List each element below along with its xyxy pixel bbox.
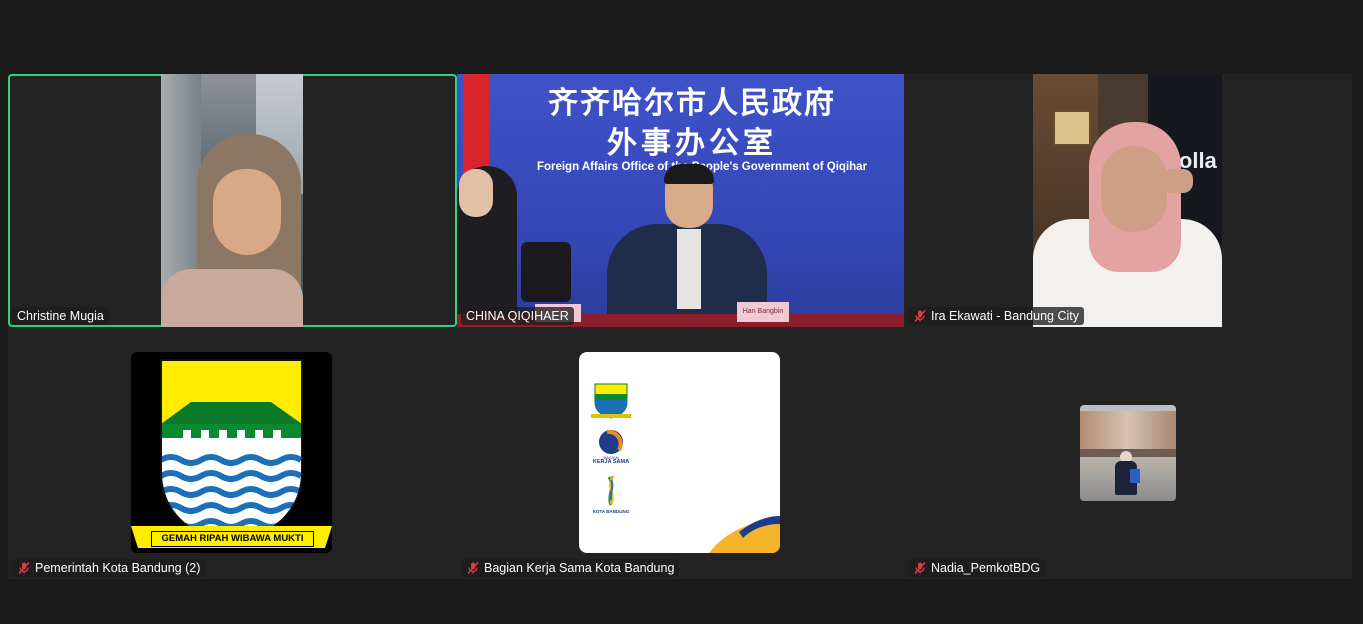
- banner-chinese-line2: 外事办公室: [607, 126, 777, 161]
- participant-name-label: CHINA QIQIHAER: [461, 307, 574, 325]
- logo-label-kotabandung: KOTA BANDUNG: [592, 509, 630, 514]
- bandung-crest-icon: [131, 359, 332, 548]
- participant-name: Nadia_PemkotBDG: [931, 561, 1041, 575]
- participant-tile-nadia[interactable]: Nadia_PemkotBDG: [904, 327, 1352, 579]
- crest-motto: GEMAH RIPAH WIBAWA MUKTI: [151, 531, 314, 547]
- microphone-muted-icon: [18, 561, 30, 575]
- video-feed: [161, 74, 303, 327]
- participant-tile-qiqihaer[interactable]: 齐齐哈尔市人民政府 外事办公室 Foreign Affairs Office o…: [457, 74, 904, 327]
- avatar: [1080, 405, 1176, 501]
- microphone-muted-icon: [914, 561, 926, 575]
- participant-tile-kerjasama[interactable]: BAGIAN KERJA SAMA KOTA BANDUNG Bagian Ke…: [457, 327, 904, 579]
- participant-tile-ira[interactable]: Colla Ira Ekawati - Bandung City: [904, 74, 1352, 327]
- participant-tile-pemerintah[interactable]: GEMAH RIPAH WIBAWA MUKTI Pemerintah Kota…: [8, 327, 457, 579]
- microphone-muted-icon: [914, 309, 926, 323]
- logo-label-kerjasama: KERJA SAMA: [592, 459, 630, 465]
- banner-chinese-line1: 齐齐哈尔市人民政府: [548, 86, 836, 121]
- participant-tile-christine[interactable]: Christine Mugia: [8, 74, 457, 327]
- microphone-muted-icon: [467, 561, 479, 575]
- participant-name-label: Pemerintah Kota Bandung (2): [12, 559, 206, 577]
- participant-name: Christine Mugia: [17, 309, 104, 323]
- video-feed: 齐齐哈尔市人民政府 外事办公室 Foreign Affairs Office o…: [457, 74, 904, 327]
- participant-name-label: Ira Ekawati - Bandung City: [908, 307, 1084, 325]
- participant-name: CHINA QIQIHAER: [466, 309, 569, 323]
- bandung-crest-image: GEMAH RIPAH WIBAWA MUKTI: [131, 352, 332, 553]
- participant-name-label: Bagian Kerja Sama Kota Bandung: [461, 559, 680, 577]
- participant-name: Bagian Kerja Sama Kota Bandung: [484, 561, 675, 575]
- kerjasama-logo-image: BAGIAN KERJA SAMA KOTA BANDUNG: [579, 352, 780, 553]
- participant-name-label: Christine Mugia: [12, 307, 109, 325]
- nameplate: Han Bangbin: [737, 302, 789, 322]
- kerjasama-logo-icon: [591, 383, 780, 553]
- video-feed: Colla: [1033, 74, 1222, 327]
- gallery-view: Christine Mugia 齐齐哈尔市人民政府 外事办公室 Foreign …: [8, 74, 1352, 579]
- participant-name: Pemerintah Kota Bandung (2): [35, 561, 201, 575]
- participant-name-label: Nadia_PemkotBDG: [908, 559, 1046, 577]
- participant-name: Ira Ekawati - Bandung City: [931, 309, 1079, 323]
